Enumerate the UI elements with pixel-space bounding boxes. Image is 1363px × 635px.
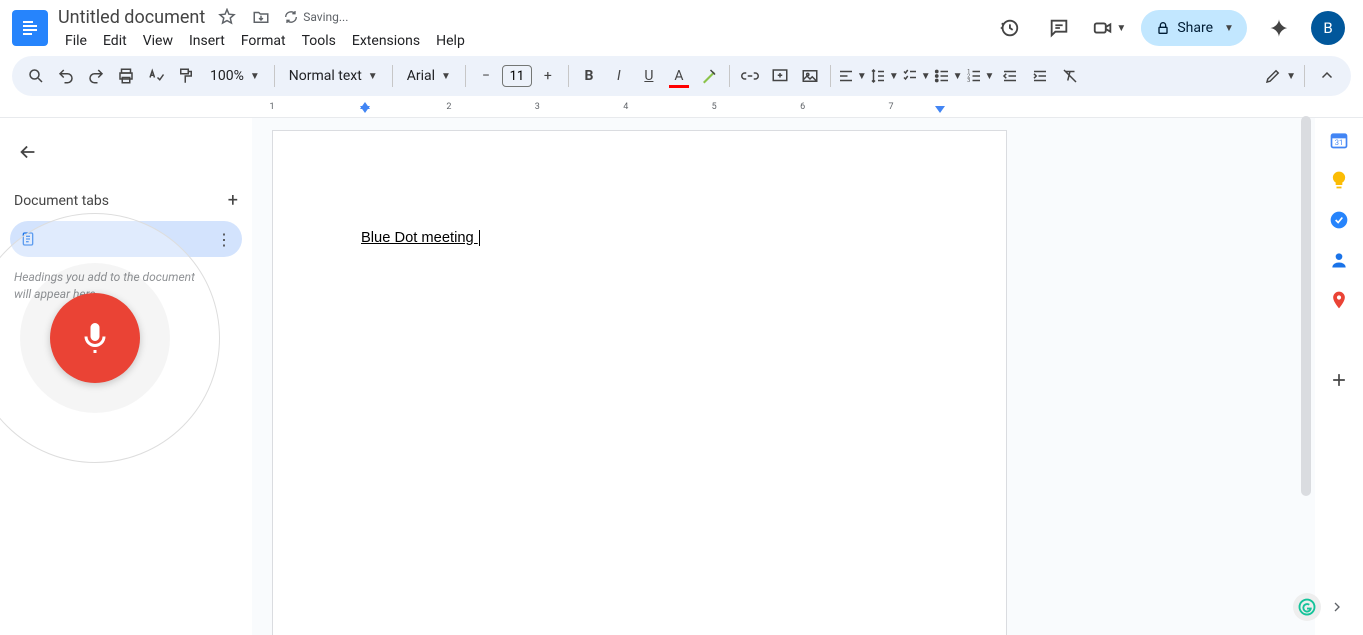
menu-bar: File Edit View Insert Format Tools Exten… (58, 31, 472, 51)
redo-icon[interactable] (82, 62, 110, 90)
vertical-scrollbar[interactable] (1301, 116, 1311, 496)
line-spacing-button[interactable]: ▼ (869, 62, 899, 90)
star-icon[interactable] (215, 5, 239, 29)
menu-format[interactable]: Format (234, 31, 293, 51)
gemini-icon[interactable] (1261, 10, 1297, 46)
menu-insert[interactable]: Insert (182, 31, 232, 51)
document-page[interactable]: Blue Dot meeting (272, 130, 1007, 635)
saving-text: Saving... (303, 10, 348, 24)
font-select[interactable]: Arial▼ (399, 62, 459, 90)
ruler[interactable]: 1 2 3 4 5 6 7 (0, 102, 1363, 118)
highlight-button[interactable] (695, 62, 723, 90)
font-size-input[interactable] (502, 65, 532, 87)
ruler-first-line-indent[interactable] (360, 102, 370, 109)
font-size-increase[interactable]: + (534, 62, 562, 90)
toolbar: 100%▼ Normal text▼ Arial▼ − + B I U A ▼ … (12, 56, 1351, 96)
docs-logo[interactable] (12, 10, 48, 46)
svg-text:31: 31 (1335, 138, 1343, 147)
italic-button[interactable]: I (605, 62, 633, 90)
history-icon[interactable] (991, 10, 1027, 46)
increase-indent-icon[interactable] (1026, 62, 1054, 90)
header: Untitled document Saving... File Edit Vi… (0, 0, 1363, 50)
comments-icon[interactable] (1041, 10, 1077, 46)
document-tabs-title: Document tabs (14, 193, 109, 209)
contacts-app-icon[interactable] (1329, 250, 1349, 270)
voice-typing-button[interactable] (50, 293, 140, 383)
collapse-toolbar-icon[interactable] (1313, 62, 1341, 90)
insert-link-icon[interactable] (736, 62, 764, 90)
paragraph-style-select[interactable]: Normal text▼ (281, 62, 386, 90)
align-button[interactable]: ▼ (837, 62, 867, 90)
document-content[interactable]: Blue Dot meeting (361, 230, 478, 246)
paint-format-icon[interactable] (172, 62, 200, 90)
print-icon[interactable] (112, 62, 140, 90)
share-dropdown[interactable]: ▼ (1215, 10, 1243, 46)
spellcheck-icon[interactable] (142, 62, 170, 90)
menu-view[interactable]: View (136, 31, 180, 51)
menu-edit[interactable]: Edit (96, 31, 134, 51)
numbered-list-button[interactable]: 123▼ (965, 62, 995, 90)
share-label: Share (1177, 20, 1213, 36)
editing-mode-button[interactable]: ▼ (1264, 62, 1296, 90)
undo-icon[interactable] (52, 62, 80, 90)
add-tab-icon[interactable]: + (228, 190, 238, 211)
bulleted-list-button[interactable]: ▼ (933, 62, 963, 90)
lock-icon (1155, 20, 1171, 36)
saving-status: Saving... (283, 9, 348, 25)
side-panel: 31 (1315, 118, 1363, 635)
font-size-decrease[interactable]: − (472, 62, 500, 90)
title-area: Untitled document Saving... File Edit Vi… (58, 5, 472, 51)
font-size-control: − + (472, 62, 562, 90)
text-color-button[interactable]: A (665, 62, 693, 90)
insert-image-icon[interactable] (796, 62, 824, 90)
account-avatar[interactable]: B (1311, 11, 1345, 45)
page-area[interactable]: Blue Dot meeting (252, 118, 1315, 635)
decrease-indent-icon[interactable] (996, 62, 1024, 90)
left-panel: Document tabs + ⋮ Headings you add to th… (0, 118, 252, 635)
add-app-icon[interactable] (1329, 370, 1349, 390)
share-container: Share ▼ (1141, 10, 1247, 46)
main-area: Document tabs + ⋮ Headings you add to th… (0, 118, 1363, 635)
svg-text:3: 3 (967, 78, 970, 84)
tab-item-active[interactable]: ⋮ (10, 221, 242, 257)
maps-app-icon[interactable] (1329, 290, 1349, 310)
menu-tools[interactable]: Tools (295, 31, 343, 51)
keep-app-icon[interactable] (1329, 170, 1349, 190)
menu-help[interactable]: Help (429, 31, 472, 51)
side-panel-toggle-icon[interactable] (1329, 599, 1345, 615)
tabs-hint: Headings you add to the document will ap… (10, 269, 242, 303)
text-cursor (479, 230, 480, 246)
underline-button[interactable]: U (635, 62, 663, 90)
header-right: ▼ Share ▼ B (991, 10, 1351, 46)
search-icon[interactable] (22, 62, 50, 90)
document-title[interactable]: Untitled document (58, 7, 205, 28)
tab-doc-icon (20, 231, 36, 247)
clear-formatting-icon[interactable] (1056, 62, 1084, 90)
bottom-right-controls (1293, 593, 1345, 621)
move-icon[interactable] (249, 5, 273, 29)
calendar-app-icon[interactable]: 31 (1329, 130, 1349, 150)
menu-extensions[interactable]: Extensions (345, 31, 427, 51)
back-arrow-icon[interactable] (10, 134, 46, 170)
tasks-app-icon[interactable] (1329, 210, 1349, 230)
add-comment-icon[interactable] (766, 62, 794, 90)
grammarly-icon[interactable] (1293, 593, 1321, 621)
meet-icon[interactable]: ▼ (1091, 10, 1127, 46)
checklist-button[interactable]: ▼ (901, 62, 931, 90)
tab-more-icon[interactable]: ⋮ (216, 230, 232, 249)
menu-file[interactable]: File (58, 31, 94, 51)
ruler-right-indent[interactable] (935, 106, 945, 113)
bold-button[interactable]: B (575, 62, 603, 90)
zoom-select[interactable]: 100%▼ (202, 62, 268, 90)
